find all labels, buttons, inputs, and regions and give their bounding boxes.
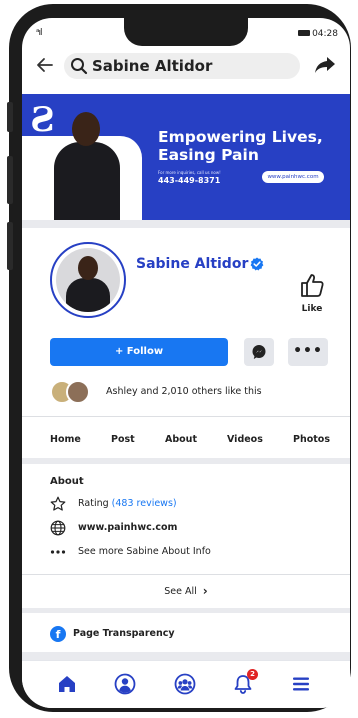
notch: [124, 18, 248, 46]
share-icon[interactable]: [314, 56, 336, 74]
page-transparency-row[interactable]: f Page Transparency: [50, 626, 330, 644]
brand-logo-icon: Ƨ: [30, 100, 55, 140]
groups-icon[interactable]: [174, 673, 196, 695]
search-bar[interactable]: Sabine Altidor: [64, 53, 300, 79]
thumbs-up-icon: [301, 274, 324, 297]
tab-photos[interactable]: Photos: [293, 434, 330, 445]
like-label: Like: [301, 304, 323, 314]
star-icon: [50, 496, 66, 511]
phone-screen: ᵃıl 04:28 Sabine Altidor Ƨ Empowering Li…: [22, 18, 350, 708]
tab-post[interactable]: Post: [111, 434, 135, 445]
page-tabs: Home Post About Videos Photos: [22, 426, 350, 456]
about-rating-row[interactable]: Rating (483 reviews): [50, 496, 330, 514]
notifications-button[interactable]: 2: [232, 669, 258, 695]
banner-phone: 443-449-8371: [158, 176, 221, 185]
status-time: 04:28: [312, 29, 338, 39]
profile-photo[interactable]: [50, 242, 126, 318]
section-divider: [22, 416, 350, 417]
globe-icon: [50, 520, 66, 536]
friend-avatar: [66, 380, 90, 404]
more-options-button[interactable]: •••: [288, 338, 328, 366]
about-website-row[interactable]: www.painhwc.com: [50, 520, 330, 538]
tab-about[interactable]: About: [165, 434, 197, 445]
verified-badge-icon: [250, 257, 264, 271]
facebook-icon: f: [50, 626, 66, 642]
rating-label: Rating: [78, 498, 109, 509]
search-icon: [71, 58, 88, 75]
profile-icon[interactable]: [114, 673, 136, 695]
banner-url: www.painhwc.com: [262, 171, 324, 183]
banner-small-text: For more inquiries, call us now!: [158, 170, 221, 175]
see-all-label: See All: [164, 586, 197, 597]
menu-icon[interactable]: [290, 673, 312, 695]
see-more-about-link[interactable]: See more Sabine About Info: [78, 546, 211, 557]
see-all-button[interactable]: See All ›: [22, 584, 350, 598]
volume-up-button: [7, 156, 13, 204]
tab-home[interactable]: Home: [50, 434, 81, 445]
mute-button: [7, 102, 13, 132]
volume-down-button: [7, 222, 13, 270]
section-divider: [22, 608, 350, 613]
notification-badge: 2: [247, 669, 258, 680]
bottom-navigation: 2: [22, 660, 350, 708]
search-query[interactable]: Sabine Altidor: [92, 57, 212, 75]
section-divider: [22, 220, 350, 228]
about-see-more-row[interactable]: See more Sabine About Info: [50, 544, 330, 562]
friends-like-row[interactable]: Ashley and 2,010 others like this: [50, 378, 330, 406]
top-bar: Sabine Altidor: [22, 50, 350, 82]
section-divider: [22, 458, 350, 464]
tab-videos[interactable]: Videos: [227, 434, 263, 445]
follow-button[interactable]: + Follow: [50, 338, 228, 366]
website-link[interactable]: www.painhwc.com: [78, 522, 177, 533]
profile-name: Sabine Altidor: [136, 256, 249, 272]
rating-reviews-link[interactable]: (483 reviews): [112, 498, 177, 509]
cover-banner[interactable]: Ƨ Empowering Lives, Easing Pain For more…: [22, 94, 350, 220]
section-divider: [22, 574, 350, 575]
banner-headline: Empowering Lives, Easing Pain: [158, 128, 323, 164]
home-icon[interactable]: [56, 673, 78, 695]
back-arrow-icon[interactable]: [36, 56, 54, 74]
page-transparency-label: Page Transparency: [73, 628, 175, 639]
friends-like-text: Ashley and 2,010 others like this: [106, 386, 262, 397]
ellipsis-icon: [50, 550, 66, 554]
about-title: About: [50, 476, 84, 487]
section-divider: [22, 652, 350, 660]
messenger-icon: [252, 345, 266, 359]
battery-icon: [298, 30, 310, 36]
like-page-button[interactable]: Like: [296, 272, 328, 314]
messenger-button[interactable]: [244, 338, 274, 366]
chevron-right-icon: ›: [202, 584, 208, 598]
signal-icon: ᵃıl: [36, 28, 42, 38]
banner-person-image: [52, 112, 122, 220]
